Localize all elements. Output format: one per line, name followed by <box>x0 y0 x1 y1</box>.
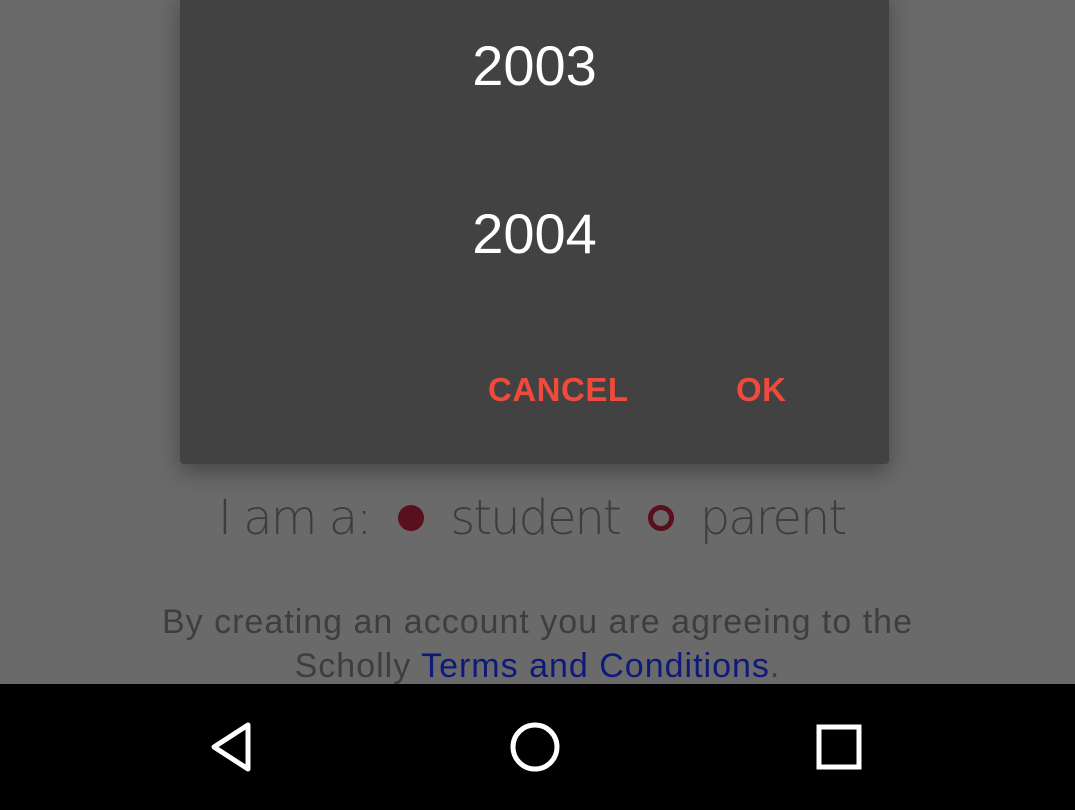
back-triangle-icon <box>211 722 251 772</box>
home-circle-icon <box>510 722 560 772</box>
terms-brand: Scholly <box>294 647 412 684</box>
year-option[interactable]: 2003 <box>180 34 889 98</box>
student-option-label[interactable]: student <box>450 490 621 546</box>
parent-radio[interactable] <box>647 505 674 531</box>
recents-square-icon <box>816 724 862 770</box>
parent-option-label[interactable]: parent <box>700 490 847 546</box>
year-option[interactable]: 2004 <box>180 202 889 266</box>
cancel-button[interactable]: CANCEL <box>488 362 629 418</box>
role-selector: I am a: student parent <box>0 488 1075 548</box>
signup-screen: I am a: student parent By creating an ac… <box>0 0 1075 684</box>
terms-suffix: . <box>769 647 781 684</box>
year-picker-dialog: 2003 2004 CANCEL OK <box>180 0 889 464</box>
terms-prefix: By creating an account you are agreeing … <box>161 603 914 641</box>
student-radio[interactable] <box>398 505 425 531</box>
ok-button[interactable]: OK <box>736 362 787 418</box>
recents-button[interactable] <box>809 717 869 777</box>
home-button[interactable] <box>505 717 565 777</box>
terms-notice: By creating an account you are agreeing … <box>0 600 1075 684</box>
system-navigation-bar <box>0 684 1075 810</box>
back-button[interactable] <box>204 717 264 777</box>
role-label: I am a: <box>217 490 372 546</box>
terms-link[interactable]: Terms and Conditions <box>421 647 770 684</box>
